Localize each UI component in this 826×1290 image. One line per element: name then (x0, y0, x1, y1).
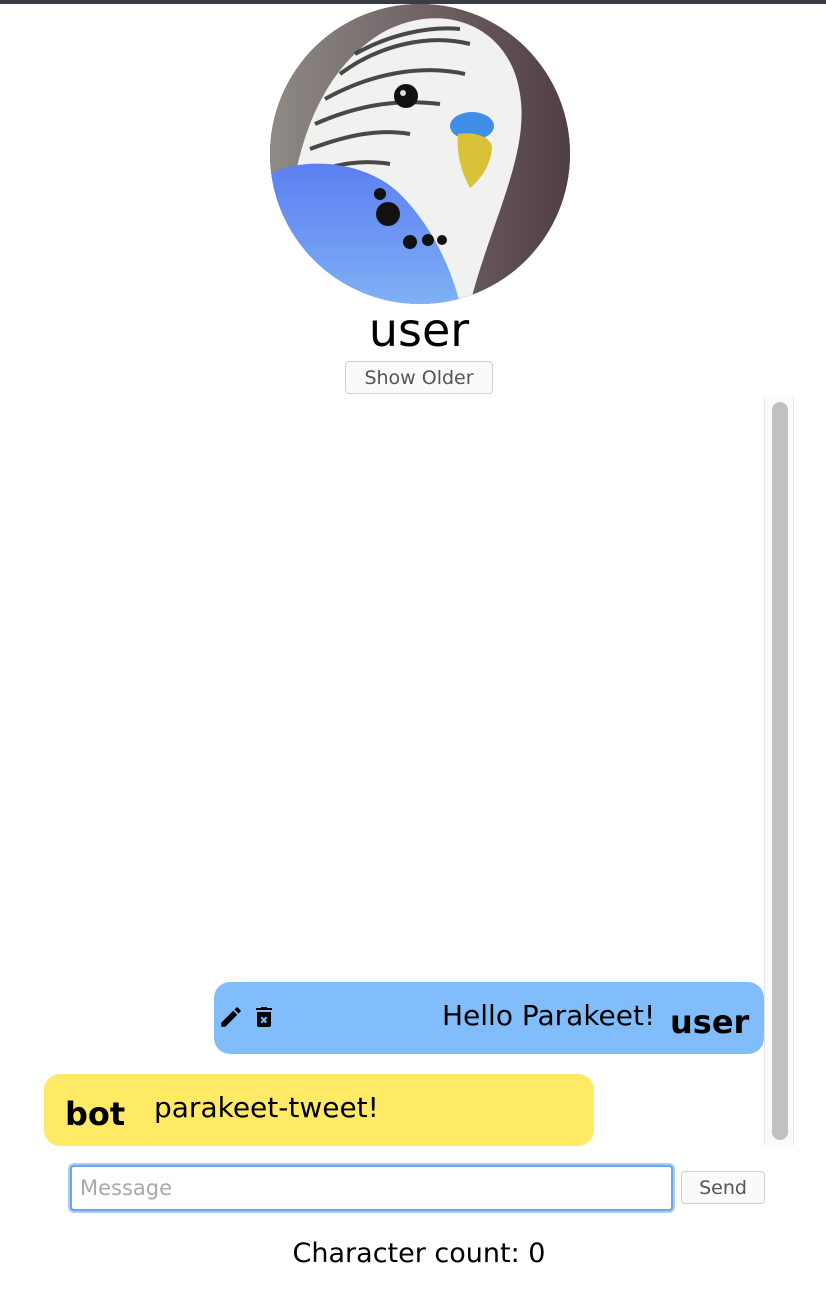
user-message-bubble: Hello Parakeet! user (214, 982, 764, 1054)
message-sender: user (670, 1003, 750, 1041)
message-text: Hello Parakeet! (442, 999, 656, 1032)
message-input[interactable] (70, 1165, 673, 1211)
parakeet-avatar-image (270, 4, 570, 304)
avatar (270, 4, 570, 304)
message-text: parakeet-tweet! (154, 1091, 379, 1124)
character-count-value: 0 (528, 1238, 546, 1269)
bot-message-bubble: bot parakeet-tweet! (44, 1074, 594, 1146)
message-sender: bot (65, 1095, 126, 1133)
character-count-label: Character count: (292, 1238, 520, 1269)
send-button[interactable]: Send (681, 1171, 765, 1204)
profile-username: user (368, 303, 470, 357)
chat-scrollbar-thumb[interactable] (772, 402, 788, 1140)
show-older-button[interactable]: Show Older (345, 361, 493, 394)
delete-icon[interactable] (252, 1004, 276, 1030)
character-count: Character count: 0 (0, 1234, 826, 1274)
edit-icon[interactable] (218, 1004, 244, 1030)
